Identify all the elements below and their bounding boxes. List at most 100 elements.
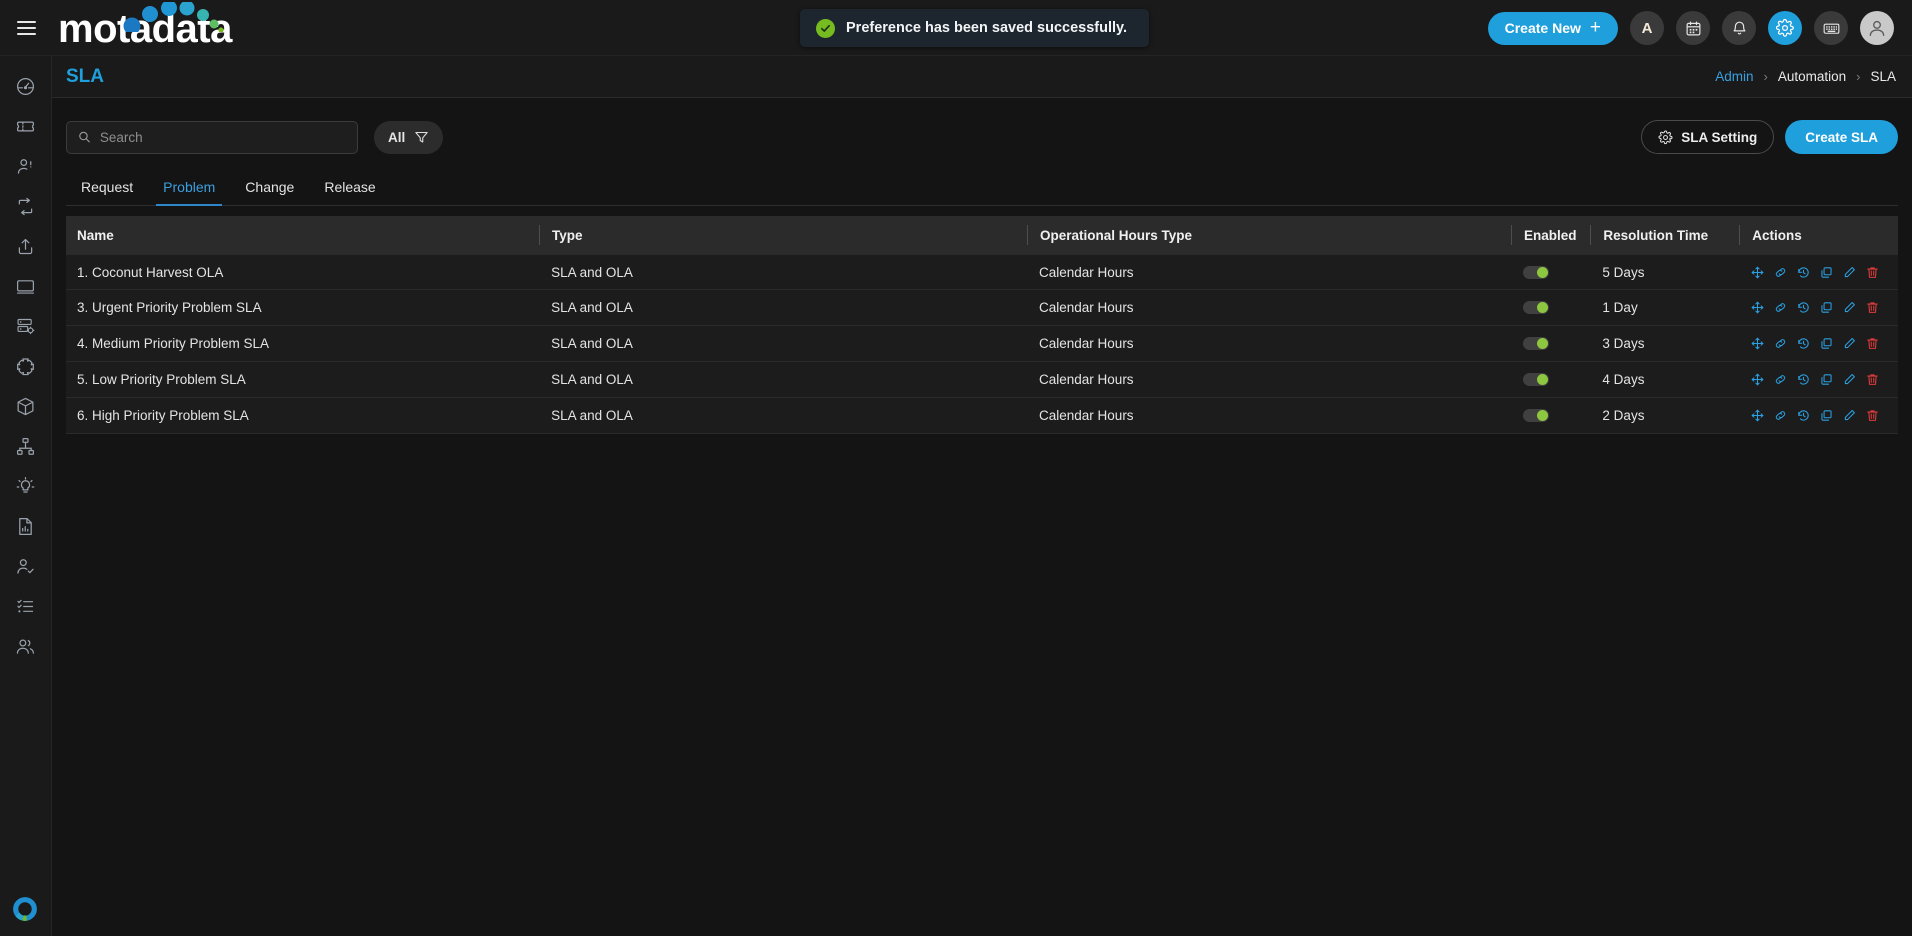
logo-dots-icon [123, 1, 224, 32]
move-icon[interactable] [1751, 301, 1764, 314]
row-action-icons [1751, 301, 1898, 314]
sidebar-item-hierarchy[interactable] [0, 426, 52, 466]
move-icon[interactable] [1751, 337, 1764, 350]
copy-icon[interactable] [1820, 337, 1833, 350]
tab-problem[interactable]: Problem [148, 179, 230, 206]
cell-enabled [1511, 409, 1590, 422]
copy-icon[interactable] [1820, 373, 1833, 386]
cell-operational-hours-type: Calendar Hours [1039, 336, 1134, 351]
enabled-toggle[interactable] [1523, 373, 1549, 386]
link-icon[interactable] [1774, 373, 1787, 386]
move-icon[interactable] [1751, 266, 1764, 279]
org-chart-icon [17, 437, 34, 455]
assistant-icon[interactable]: A [1630, 11, 1664, 45]
enabled-toggle[interactable] [1523, 337, 1549, 350]
breadcrumb-separator: › [1856, 69, 1861, 84]
sidebar-item-tickets[interactable] [0, 106, 52, 146]
settings-gear-icon[interactable] [1768, 11, 1802, 45]
users-group-icon [16, 638, 34, 654]
delete-trash-icon[interactable] [1866, 337, 1879, 350]
tab-request[interactable]: Request [66, 179, 148, 205]
edit-pencil-icon[interactable] [1843, 337, 1856, 350]
delete-trash-icon[interactable] [1866, 373, 1879, 386]
copy-icon[interactable] [1820, 409, 1833, 422]
sidebar-item-integrations[interactable] [0, 346, 52, 386]
create-sla-button[interactable]: Create SLA [1785, 120, 1898, 154]
cell-enabled [1511, 301, 1590, 314]
delete-trash-icon[interactable] [1866, 409, 1879, 422]
history-icon[interactable] [1797, 337, 1810, 350]
cell-operational-hours-type: Calendar Hours [1039, 300, 1134, 315]
cell-enabled [1511, 337, 1590, 350]
create-new-button[interactable]: Create New + [1487, 11, 1618, 45]
lightbulb-icon [16, 476, 35, 493]
history-icon[interactable] [1797, 266, 1810, 279]
search-box[interactable] [66, 120, 358, 154]
link-icon[interactable] [1774, 409, 1787, 422]
hamburger-icon[interactable] [0, 0, 52, 56]
delete-trash-icon[interactable] [1866, 301, 1879, 314]
cell-actions [1739, 337, 1898, 350]
cell-actions [1739, 301, 1898, 314]
breadcrumb-item-automation[interactable]: Automation [1778, 69, 1846, 84]
table-row[interactable]: 4. Medium Priority Problem SLA SLA and O… [66, 326, 1898, 362]
sidebar-item-assets[interactable] [0, 266, 52, 306]
app-logo[interactable]: motadata [58, 0, 232, 56]
history-icon[interactable] [1797, 373, 1810, 386]
cell-actions [1739, 266, 1898, 279]
edit-pencil-icon[interactable] [1843, 409, 1856, 422]
enabled-toggle[interactable] [1523, 409, 1549, 422]
sidebar-item-dashboard[interactable] [0, 66, 52, 106]
link-icon[interactable] [1774, 301, 1787, 314]
column-header-type: Type [539, 225, 1027, 245]
sidebar-item-knowledge[interactable] [0, 466, 52, 506]
table-row[interactable]: 1. Coconut Harvest OLA SLA and OLA Calen… [66, 254, 1898, 290]
sidebar-item-workflow[interactable] [0, 186, 52, 226]
edit-pencil-icon[interactable] [1843, 373, 1856, 386]
sidebar-item-approvals[interactable] [0, 546, 52, 586]
copy-icon[interactable] [1820, 301, 1833, 314]
enabled-toggle[interactable] [1523, 265, 1549, 279]
sidebar-item-servers[interactable] [0, 306, 52, 346]
top-bar: motadata Preference has been saved succe… [0, 0, 1912, 56]
sidebar-item-release[interactable] [0, 226, 52, 266]
sla-setting-button[interactable]: SLA Setting [1641, 120, 1775, 154]
cell-resolution-time: 2 Days [1602, 408, 1645, 423]
copy-icon[interactable] [1820, 266, 1833, 279]
enabled-toggle[interactable] [1523, 301, 1549, 314]
refresh-loop-icon [18, 197, 33, 215]
tab-release[interactable]: Release [309, 179, 390, 205]
table-row[interactable]: 3. Urgent Priority Problem SLA SLA and O… [66, 290, 1898, 326]
user-avatar-icon[interactable] [1860, 11, 1894, 45]
tab-change[interactable]: Change [230, 179, 309, 205]
delete-trash-icon[interactable] [1866, 266, 1879, 279]
checklist-icon [17, 599, 34, 612]
sla-setting-label: SLA Setting [1681, 129, 1758, 145]
link-icon[interactable] [1774, 266, 1787, 279]
search-icon [79, 131, 90, 143]
notifications-bell-icon[interactable] [1722, 11, 1756, 45]
table-row[interactable]: 6. High Priority Problem SLA SLA and OLA… [66, 398, 1898, 434]
history-icon[interactable] [1797, 409, 1810, 422]
link-icon[interactable] [1774, 337, 1787, 350]
sidebar-item-groups[interactable] [0, 626, 52, 666]
search-input[interactable] [99, 129, 346, 145]
breadcrumb-item-sla: SLA [1870, 69, 1896, 84]
sidebar-item-users[interactable] [0, 146, 52, 186]
page-title: SLA [66, 65, 104, 87]
keyboard-shortcuts-icon[interactable] [1814, 11, 1848, 45]
move-icon[interactable] [1751, 409, 1764, 422]
history-icon[interactable] [1797, 301, 1810, 314]
filter-all-button[interactable]: All [374, 120, 444, 154]
sidebar-item-products[interactable] [0, 386, 52, 426]
sidebar-item-reports[interactable] [0, 506, 52, 546]
edit-pencil-icon[interactable] [1843, 266, 1856, 279]
breadcrumb-item-admin[interactable]: Admin [1715, 69, 1753, 84]
edit-pencil-icon[interactable] [1843, 301, 1856, 314]
move-icon[interactable] [1751, 373, 1764, 386]
cell-type: SLA and OLA [551, 408, 633, 423]
table-row[interactable]: 5. Low Priority Problem SLA SLA and OLA … [66, 362, 1898, 398]
calendar-icon[interactable] [1676, 11, 1710, 45]
sidebar-item-tasks[interactable] [0, 586, 52, 626]
ticket-icon [17, 121, 34, 131]
